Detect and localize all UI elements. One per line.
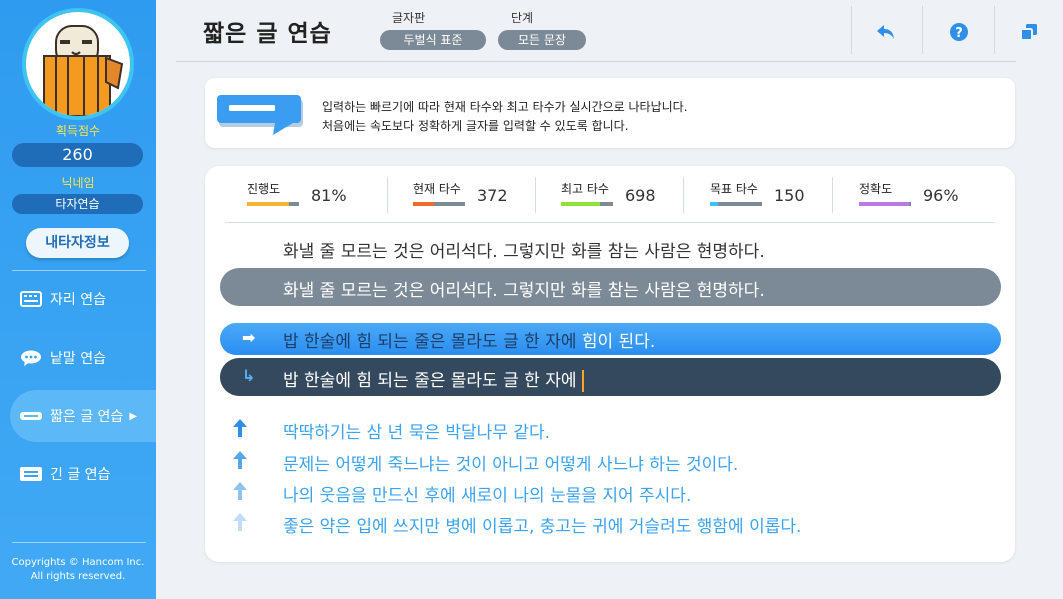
speech-bubble-icon [21,350,41,366]
current-sentence-box: ➡ 밥 한술에 힘 되는 줄은 몰라도 글 한 자에 힘이 된다. [220,323,1001,355]
current-sentence-typed: 밥 한술에 힘 되는 줄은 몰라도 글 한 자에 [283,332,582,352]
back-icon [877,25,894,39]
sidebar-item-label: 자리 연습 [50,292,106,308]
current-speed-bar [413,202,465,206]
enter-arrow-icon: ↳ [242,366,256,385]
window-icon [1020,24,1037,41]
upcoming-sentence: 문제는 어떻게 죽느냐는 것이 아니고 어떻게 사느냐 하는 것이다. [283,455,739,475]
stat-label: 현재 타수 [413,182,461,196]
stat-value: 81% [311,186,347,205]
help-icon: ? [950,23,968,41]
current-sentence-remaining: 힘이 된다. [581,332,656,352]
sidebar-item-word-practice[interactable]: 낱말 연습 [10,332,156,384]
practice-panel: 진행도 81% 현재 타수 372 최고 타수 698 목표 타수 150 정확… [205,166,1015,562]
page-title: 짧은 글 연습 [203,21,332,47]
keyboard-layout-label: 글자판 [392,11,426,25]
stat-label: 진행도 [247,182,281,196]
best-speed-bar-fill [561,202,600,206]
info-banner: 입력하는 빠르기에 따라 현재 타수와 최고 타수가 실시간으로 나타납니다. … [205,78,1015,148]
comment-icon [217,95,303,135]
nickname-value: 타자연습 [12,194,143,214]
long-text-icon [20,467,42,481]
stat-value: 698 [625,186,656,205]
sidebar-divider [12,270,146,271]
arrow-up-icon [233,513,247,531]
stat-separator [387,177,388,213]
info-text: 처음에는 속도보다 정확하게 글자를 입력할 수 있도록 합니다. [322,119,629,133]
previous-sentence: 화낼 줄 모르는 것은 어리석다. 그렇지만 화를 참는 사람은 현명하다. [283,242,765,262]
stat-label: 최고 타수 [561,182,609,196]
sidebar-item-label: 짧은 글 연습 [50,409,124,425]
keyboard-icon [20,291,42,307]
copyright-line: All rights reserved. [30,571,126,582]
header-separator [994,6,995,54]
typing-input-value: 밥 한술에 힘 되는 줄은 몰라도 글 한 자에 [283,371,577,391]
nickname-label: 닉네임 [61,176,95,190]
current-speed-bar-fill [413,202,434,206]
stat-separator [535,177,536,213]
typing-input-text: 밥 한술에 힘 되는 줄은 몰라도 글 한 자에 [283,366,585,392]
stat-label: 정확도 [859,182,893,196]
target-speed-bar [710,202,762,206]
sidebar-item-label: 긴 글 연습 [50,467,111,483]
stat-value: 372 [477,186,508,205]
sidebar-divider [12,542,146,543]
avatar [22,8,134,120]
upcoming-sentence: 좋은 약은 입에 쓰지만 병에 이롭고, 충고는 귀에 거슬려도 행함에 이롭다… [283,517,802,537]
text-caret [582,370,585,392]
header-separator [922,6,923,54]
target-speed-bar-fill [710,202,719,206]
arrow-right-icon: ➡ [242,328,256,347]
sidebar-item-label: 낱말 연습 [50,351,106,367]
best-speed-bar [561,202,613,206]
window-button[interactable] [1014,17,1044,47]
upcoming-sentence: 딱딱하기는 삼 년 묵은 박달나무 같다. [283,423,551,443]
header-separator [851,6,852,54]
score-label: 획득점수 [55,124,101,138]
stat-separator [683,177,684,213]
typing-input[interactable]: ↳ 밥 한술에 힘 되는 줄은 몰라도 글 한 자에 [220,358,1001,396]
svg-text:?: ? [955,26,963,41]
score-value: 260 [12,143,143,167]
progress-bar [247,202,299,206]
sidebar-item-long-text-practice[interactable]: 긴 글 연습 [10,448,156,500]
arrow-up-icon [233,419,247,437]
back-button[interactable] [871,17,901,47]
accuracy-bar [859,202,911,206]
info-text: 입력하는 빠르기에 따라 현재 타수와 최고 타수가 실시간으로 나타납니다. [322,100,688,114]
copyright: Copyrights © Hancom Inc. All rights rese… [0,556,156,584]
accuracy-bar-fill [859,202,909,206]
header-divider [176,61,1016,62]
help-button[interactable]: ? [944,17,974,47]
arrow-up-icon [233,482,247,500]
my-typing-info-button[interactable]: 내타자정보 [26,228,129,258]
caret-right-icon: ▶ [129,410,138,422]
stats-divider [225,222,995,223]
mascot-icon [43,25,124,116]
level-label: 단계 [511,11,534,25]
previous-typed-text: 화낼 줄 모르는 것은 어리석다. 그렇지만 화를 참는 사람은 현명하다. [283,281,765,301]
stat-separator [832,177,833,213]
stat-value: 150 [774,186,805,205]
stat-value: 96% [923,186,959,205]
current-sentence: 밥 한술에 힘 되는 줄은 몰라도 글 한 자에 힘이 된다. [283,327,655,352]
stat-label: 목표 타수 [710,182,758,196]
sidebar: 획득점수 260 닉네임 타자연습 내타자정보 자리 연습 낱말 연습 짧은 글… [0,0,156,599]
level-select[interactable]: 모든 문장 [498,30,586,50]
progress-bar-fill [247,202,290,206]
upcoming-sentence: 나의 웃음을 만드신 후에 새로이 나의 눈물을 지어 주시다. [283,486,692,506]
sidebar-item-position-practice[interactable]: 자리 연습 [10,273,156,325]
previous-typed-box: 화낼 줄 모르는 것은 어리석다. 그렇지만 화를 참는 사람은 현명하다. [220,268,1001,306]
sidebar-item-short-text-practice[interactable]: 짧은 글 연습 ▶ [10,390,156,442]
copyright-line: Copyrights © Hancom Inc. [11,557,145,568]
short-text-icon [20,412,42,420]
keyboard-layout-select[interactable]: 두벌식 표준 [380,30,486,50]
arrow-up-icon [233,451,247,469]
